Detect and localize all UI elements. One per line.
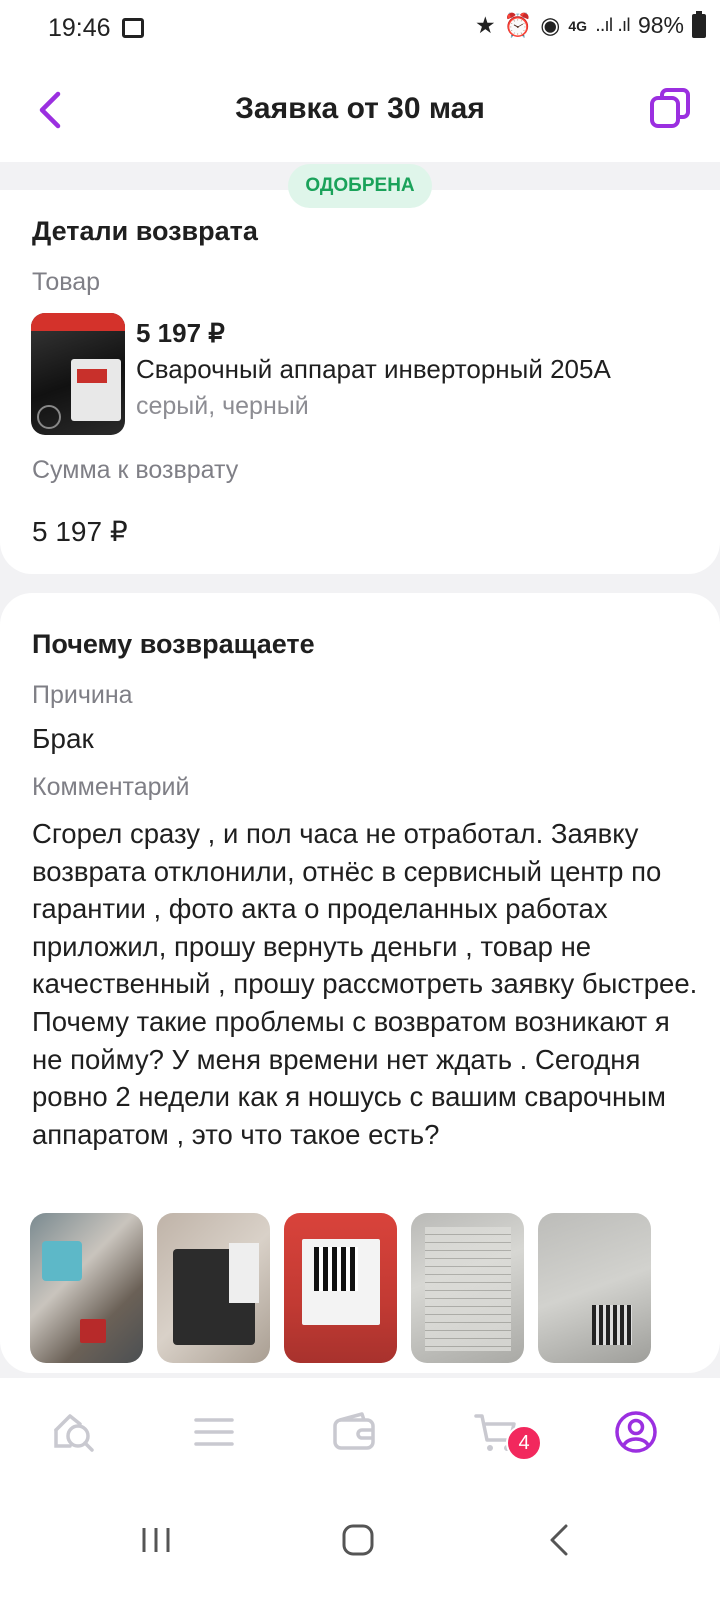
- system-back-icon[interactable]: [540, 1520, 580, 1560]
- recent-apps-icon[interactable]: [136, 1520, 176, 1560]
- product-variant: серый, черный: [136, 392, 309, 420]
- comment-text: Сгорел сразу , и пол часа не отработал. …: [32, 818, 698, 1150]
- photo-thumbnail[interactable]: [538, 1213, 651, 1363]
- nav-profile-icon[interactable]: [612, 1408, 660, 1456]
- cart-count-badge: 4: [506, 1425, 542, 1461]
- status-bar: 19:46 ★ ⏰ ◉ 4G ..ıl .ıl 98%: [0, 0, 720, 62]
- status-badge: ОДОБРЕНА: [288, 164, 432, 208]
- status-badge-wrap: ОДОБРЕНА: [0, 164, 720, 208]
- network-type: 4G: [568, 17, 588, 34]
- photo-gallery: [30, 1213, 651, 1363]
- refund-amount: 5 197 ₽: [32, 516, 128, 547]
- star-icon: ★: [475, 12, 496, 38]
- photo-thumbnail[interactable]: [157, 1213, 270, 1363]
- product-label: Товар: [32, 268, 101, 296]
- battery-percent: 98%: [637, 12, 684, 38]
- header: Заявка от 30 мая: [0, 62, 720, 162]
- reason-section-title: Почему возвращаете: [32, 629, 315, 659]
- alarm-icon: ⏰: [503, 12, 533, 38]
- battery-icon: [692, 10, 706, 38]
- hotspot-icon: ◉: [540, 12, 561, 38]
- return-details-card: Детали возврата Товар 5 197 ₽ Сварочный …: [0, 190, 720, 574]
- signal-icon: ..ıl .ıl: [595, 15, 631, 36]
- photo-thumbnail[interactable]: [284, 1213, 397, 1363]
- system-nav-bar: [0, 1484, 720, 1600]
- gallery-notification-icon: [122, 18, 144, 38]
- reason-label: Причина: [32, 681, 133, 709]
- product-image[interactable]: [31, 313, 125, 435]
- status-icons: ★ ⏰ ◉ 4G ..ıl .ıl 98%: [475, 10, 706, 39]
- product-price: 5 197 ₽: [136, 318, 225, 348]
- photo-thumbnail[interactable]: [411, 1213, 524, 1363]
- refund-label: Сумма к возврату: [32, 456, 239, 484]
- nav-catalog-icon[interactable]: [190, 1408, 238, 1456]
- photo-thumbnail[interactable]: [30, 1213, 143, 1363]
- status-time: 19:46: [48, 14, 111, 42]
- nav-search-icon[interactable]: [50, 1408, 98, 1456]
- comment-label: Комментарий: [32, 773, 190, 801]
- return-details-title: Детали возврата: [32, 216, 258, 246]
- page-title: Заявка от 30 мая: [235, 92, 485, 125]
- product-name[interactable]: Сварочный аппарат инверторный 205А: [136, 354, 611, 385]
- reason-card: Почему возвращаете Причина Брак Коммента…: [0, 593, 720, 1373]
- home-icon[interactable]: [338, 1520, 378, 1560]
- bottom-nav: [0, 1378, 720, 1484]
- reason-value: Брак: [32, 723, 94, 754]
- nav-wallet-icon[interactable]: [330, 1408, 378, 1456]
- copy-icon[interactable]: [648, 86, 692, 130]
